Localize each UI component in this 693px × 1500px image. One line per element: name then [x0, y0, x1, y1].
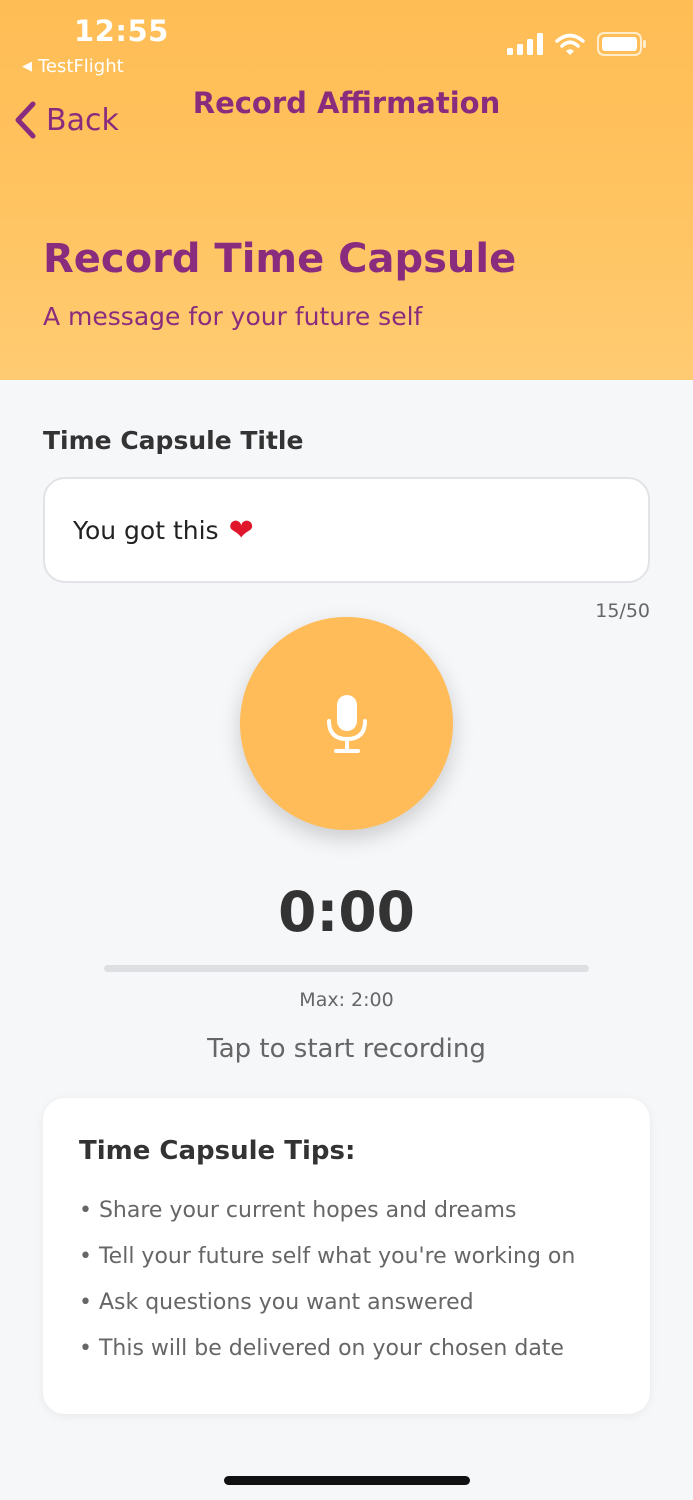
title-input-value: You got this: [73, 515, 219, 545]
tips-card: Time Capsule Tips: • Share your current …: [43, 1098, 650, 1414]
page-subtitle: A message for your future self: [43, 302, 423, 331]
back-to-app-link[interactable]: ◀ TestFlight: [22, 56, 124, 77]
tip-item: • Ask questions you want answered: [79, 1290, 474, 1315]
status-time: 12:55: [74, 14, 169, 48]
tip-item: • Share your current hopes and dreams: [79, 1198, 517, 1223]
wifi-icon: [555, 33, 585, 55]
page-title: Record Time Capsule: [43, 236, 517, 282]
back-app-label: TestFlight: [38, 56, 124, 77]
character-count: 15/50: [595, 600, 650, 622]
battery-icon: [597, 32, 646, 56]
nav-title: Record Affirmation: [192, 86, 501, 120]
record-button[interactable]: [240, 617, 453, 830]
heart-emoji: ❤: [228, 512, 254, 548]
microphone-icon: [326, 694, 367, 753]
tips-title: Time Capsule Tips:: [79, 1136, 356, 1166]
max-duration-label: Max: 2:00: [299, 989, 394, 1011]
header-banner: 12:55 ◀ TestFlight Back Record Affirmati…: [0, 0, 693, 380]
title-field-label: Time Capsule Title: [43, 426, 304, 455]
recording-timer: 0:00: [278, 880, 415, 944]
recording-hint: Tap to start recording: [207, 1034, 486, 1064]
home-indicator[interactable]: [224, 1476, 470, 1485]
signal-icon: [507, 33, 543, 55]
tip-item: • Tell your future self what you're work…: [79, 1244, 576, 1269]
tip-item: • This will be delivered on your chosen …: [79, 1336, 564, 1361]
title-input[interactable]: You got this ❤: [43, 477, 650, 583]
back-triangle-icon: ◀: [22, 59, 32, 74]
status-icons: [507, 32, 647, 56]
recording-progress-bar: [104, 965, 589, 972]
